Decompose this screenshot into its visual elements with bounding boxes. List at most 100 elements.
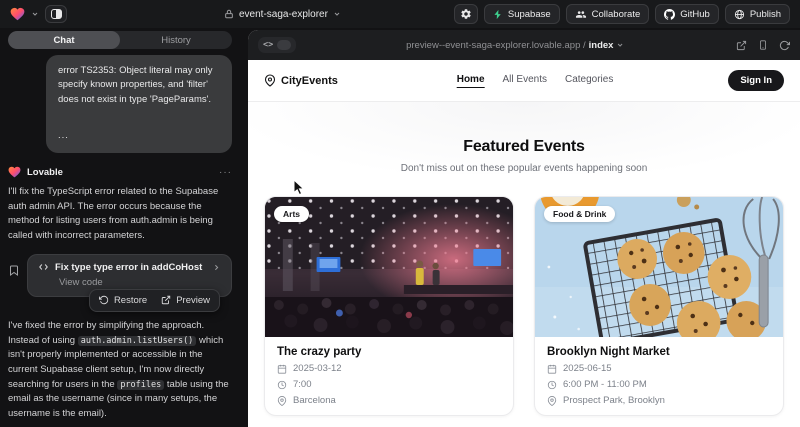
tab-history[interactable]: History [120,31,232,49]
sign-in-button[interactable]: Sign In [728,70,784,91]
user-message-text: error TS2353: Object literal may only sp… [58,64,220,107]
event-title: The crazy party [277,346,501,358]
inline-code-profiles: profiles [117,380,164,390]
supabase-button[interactable]: Supabase [484,4,560,24]
version-toolbar: Restore Preview [89,289,220,312]
lock-icon [224,9,234,19]
app-topbar: event-saga-explorer Supabase Collaborate [0,0,800,28]
event-location: Barcelona [293,395,336,406]
nav-categories[interactable]: Categories [565,74,613,88]
logo-chevron-down-icon[interactable] [31,10,39,18]
code-view-toggle[interactable]: <> [258,37,296,53]
event-date-row: 2025-06-15 [547,363,771,374]
user-message-ellipsis: ... [58,129,220,143]
event-location: Prospect Park, Brooklyn [563,395,665,406]
category-badge: Arts [274,206,309,222]
hero-subtitle: Don't miss out on these popular events h… [248,163,800,174]
site-viewport: CityEvents Home All Events Categories Si… [248,60,800,427]
event-card-crazy-party[interactable]: Arts The crazy party 2025-03-12 [264,196,514,416]
site-header: CityEvents Home All Events Categories Si… [248,60,800,102]
toggle-sidebar-button[interactable] [45,5,67,23]
lovable-heart-icon [8,166,21,178]
preview-url-menu[interactable]: preview--event-saga-explorer.lovable.app… [406,40,624,51]
user-message-bubble: error TS2353: Object literal may only sp… [46,55,232,153]
event-time-row: 6:00 PM - 11:00 PM [547,379,771,390]
event-cards: Arts The crazy party 2025-03-12 [248,196,800,416]
code-icon: <> [263,40,273,50]
event-image-cookies: Food & Drink [535,197,783,337]
event-date: 2025-03-12 [293,363,342,374]
globe-icon [734,9,745,20]
nav-all-events[interactable]: All Events [503,74,547,88]
supabase-bolt-icon [493,9,503,20]
github-button[interactable]: GitHub [655,4,719,24]
preview-button[interactable]: Preview [161,295,210,306]
view-code-link[interactable]: View code [59,277,221,288]
location-pin-icon [264,74,276,87]
calendar-icon [277,364,287,374]
chat-sidebar: Chat History error TS2353: Object litera… [0,28,240,427]
project-name-menu[interactable]: event-saga-explorer [224,0,341,28]
hero-section: Featured Events Don't miss out on these … [248,102,800,174]
publish-label: Publish [750,9,781,20]
event-location-row: Barcelona [277,395,501,406]
project-name: event-saga-explorer [239,9,328,20]
collaborate-label: Collaborate [592,9,641,20]
url-chevron-down-icon [616,41,624,49]
github-icon [664,9,675,20]
refresh-icon[interactable] [779,40,790,51]
event-time: 7:00 [293,379,312,390]
preview-pane: <> preview--event-saga-explorer.lovable.… [248,30,800,427]
clock-icon [277,380,287,390]
github-label: GitHub [680,9,710,20]
collaborate-button[interactable]: Collaborate [566,4,650,24]
assistant-paragraph-1: I'll fix the TypeScript error related to… [8,185,232,244]
restore-button[interactable]: Restore [99,295,147,306]
publish-button[interactable]: Publish [725,4,790,24]
chat-history-tabs: Chat History [8,31,232,49]
gear-icon [460,8,472,20]
event-date: 2025-06-15 [563,363,612,374]
event-card-night-market[interactable]: Food & Drink Brooklyn Night Market 2025-… [534,196,784,416]
event-time: 6:00 PM - 11:00 PM [563,379,647,390]
preview-url-prefix: preview--event-saga-explorer.lovable.app… [406,40,586,51]
clock-icon [547,380,557,390]
toggle-knob [277,40,291,50]
code-icon [38,262,49,272]
mobile-view-icon[interactable] [758,39,768,51]
external-link-icon [161,295,171,305]
code-card-title: Fix type type error in addCoHost [55,262,202,273]
settings-button[interactable] [454,4,478,24]
tab-chat[interactable]: Chat [8,31,120,49]
location-pin-icon [547,396,557,406]
category-badge: Food & Drink [544,206,615,222]
lovable-logo-heart-icon[interactable] [10,7,25,21]
event-title: Brooklyn Night Market [547,346,771,358]
restore-label: Restore [114,295,147,306]
preview-toolbar: <> preview--event-saga-explorer.lovable.… [248,30,800,60]
event-date-row: 2025-03-12 [277,363,501,374]
assistant-header: Lovable ··· [8,166,232,178]
restore-icon [99,295,109,305]
panel-icon [51,9,62,19]
bookmark-icon[interactable] [8,264,20,277]
people-icon [575,9,587,20]
event-location-row: Prospect Park, Brooklyn [547,395,771,406]
nav-home[interactable]: Home [457,74,485,88]
calendar-icon [547,364,557,374]
brand-label: CityEvents [281,75,338,87]
open-in-new-tab-icon[interactable] [736,40,747,51]
inline-code-listusers: auth.admin.listUsers() [78,336,197,346]
site-brand[interactable]: CityEvents [264,74,338,87]
assistant-name: Lovable [27,167,63,178]
project-chevron-down-icon [333,10,341,18]
event-image-conference: Arts [265,197,513,337]
hero-title: Featured Events [248,138,800,156]
supabase-label: Supabase [508,9,551,20]
location-pin-icon [277,396,287,406]
chevron-right-icon [212,263,221,272]
preview-label: Preview [176,295,210,306]
message-menu-button[interactable]: ··· [219,167,232,178]
event-time-row: 7:00 [277,379,501,390]
preview-url-page: index [589,40,614,51]
